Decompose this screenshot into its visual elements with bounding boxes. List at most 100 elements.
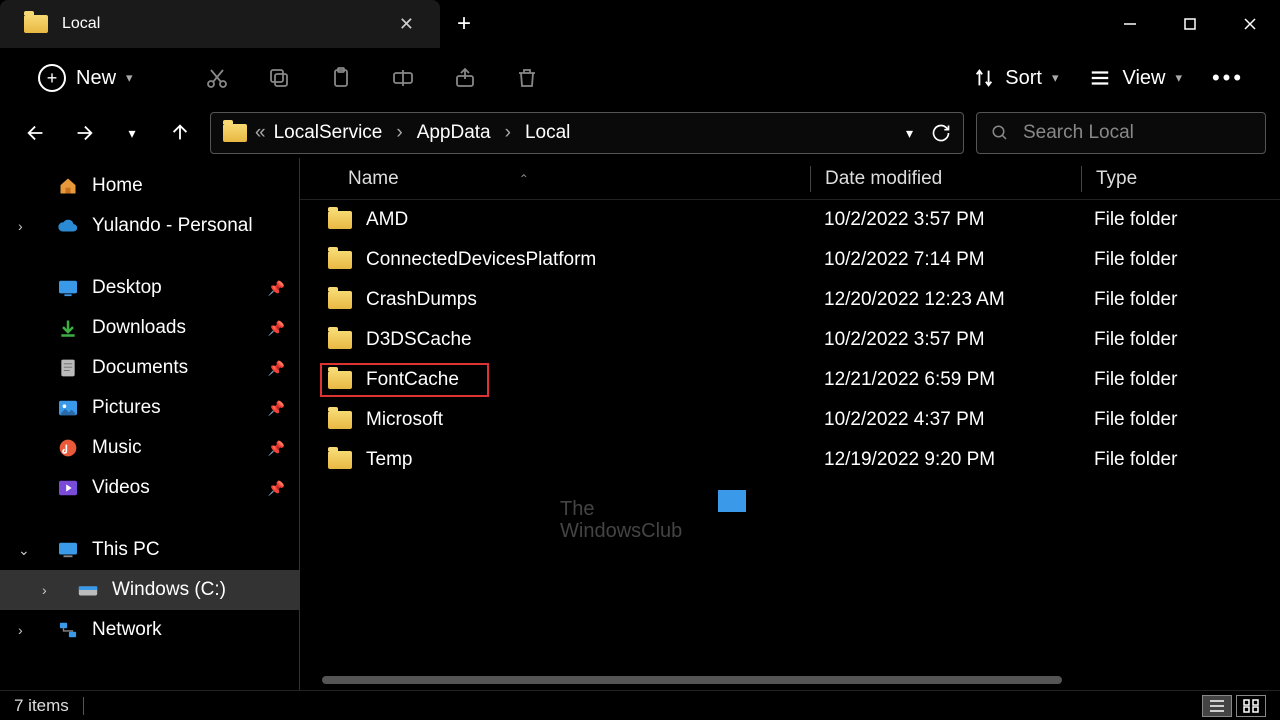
file-row[interactable]: Temp12/19/2022 9:20 PMFile folder	[300, 440, 1280, 480]
horizontal-scrollbar[interactable]	[322, 676, 1062, 684]
item-count: 7 items	[14, 696, 69, 716]
copy-button[interactable]	[251, 58, 307, 98]
sidebar-item-videos[interactable]: Videos 📌	[0, 468, 299, 508]
sidebar-item-drive-c[interactable]: › Windows (C:)	[0, 570, 299, 610]
file-row[interactable]: AMD10/2/2022 3:57 PMFile folder	[300, 200, 1280, 240]
more-button[interactable]: •••	[1200, 58, 1256, 98]
new-tab-button[interactable]: +	[440, 10, 488, 38]
file-row[interactable]: Microsoft 10/2/2022 4:37 PMFile folder	[300, 400, 1280, 440]
file-date: 10/2/2022 4:37 PM	[810, 409, 1080, 431]
sidebar-item-this-pc[interactable]: ⌄ This PC	[0, 530, 299, 570]
chevron-right-icon[interactable]: ›	[18, 622, 23, 638]
breadcrumb-item[interactable]: Local	[525, 122, 570, 144]
file-type: File folder	[1080, 249, 1280, 271]
pin-icon: 📌	[268, 400, 285, 417]
sidebar-item-documents[interactable]: Documents 📌	[0, 348, 299, 388]
chevron-down-icon: ▾	[1175, 70, 1182, 86]
recent-button[interactable]: ▾	[114, 115, 150, 151]
pin-icon: 📌	[268, 360, 285, 377]
file-row[interactable]: CrashDumps 12/20/2022 12:23 AMFile folder	[300, 280, 1280, 320]
pictures-icon	[56, 398, 80, 418]
sidebar-label: Pictures	[92, 397, 161, 419]
folder-icon	[328, 331, 352, 349]
titlebar: Local ✕ +	[0, 0, 1280, 48]
sidebar-item-music[interactable]: Music 📌	[0, 428, 299, 468]
file-type: File folder	[1080, 449, 1280, 471]
sort-ascending-icon: ⌃	[519, 172, 529, 186]
document-icon	[56, 358, 80, 378]
sidebar-item-pictures[interactable]: Pictures 📌	[0, 388, 299, 428]
cloud-icon	[56, 216, 80, 236]
tab-local[interactable]: Local ✕	[0, 0, 440, 48]
address-bar[interactable]: « LocalService › AppData › Local ▾	[210, 112, 964, 154]
sidebar-item-downloads[interactable]: Downloads 📌	[0, 308, 299, 348]
rename-button[interactable]	[375, 58, 431, 98]
sidebar-label: Desktop	[92, 277, 162, 299]
sidebar-item-personal[interactable]: › Yulando - Personal	[0, 206, 299, 246]
view-label: View	[1122, 67, 1165, 90]
header-date[interactable]: Date modified	[811, 168, 1081, 190]
search-placeholder: Search Local	[1023, 122, 1134, 144]
breadcrumb-prefix: «	[255, 122, 266, 144]
file-row[interactable]: FontCache12/21/2022 6:59 PMFile folder	[300, 360, 1280, 400]
breadcrumb-item[interactable]: LocalService	[274, 122, 383, 144]
share-button[interactable]	[437, 58, 493, 98]
details-view-button[interactable]	[1202, 695, 1232, 717]
minimize-button[interactable]	[1100, 0, 1160, 48]
toolbar: + New ▾ Sort ▾ View ▾ •••	[0, 48, 1280, 108]
header-type[interactable]: Type	[1082, 168, 1280, 190]
thumbnails-view-button[interactable]	[1236, 695, 1266, 717]
pin-icon: 📌	[268, 320, 285, 337]
file-date: 10/2/2022 7:14 PM	[810, 249, 1080, 271]
header-name[interactable]: Name ⌃	[300, 168, 810, 190]
folder-icon	[328, 251, 352, 269]
delete-button[interactable]	[499, 58, 555, 98]
chevron-right-icon: ›	[396, 122, 402, 144]
sidebar-label: Home	[92, 175, 143, 197]
home-icon	[56, 176, 80, 196]
address-row: ▾ « LocalService › AppData › Local ▾ Sea…	[0, 108, 1280, 158]
folder-icon	[328, 411, 352, 429]
view-mode-toggle	[1202, 695, 1266, 717]
sidebar-item-home[interactable]: Home	[0, 166, 299, 206]
file-name: D3DSCache	[366, 329, 472, 351]
chevron-right-icon[interactable]: ›	[42, 582, 47, 598]
drive-icon	[76, 580, 100, 600]
view-button[interactable]: View ▾	[1076, 59, 1194, 98]
sidebar-label: This PC	[92, 539, 160, 561]
file-date: 12/20/2022 12:23 AM	[810, 289, 1080, 311]
file-name: ConnectedDevicesPlatform	[366, 249, 596, 271]
close-window-button[interactable]	[1220, 0, 1280, 48]
file-name: Temp	[366, 449, 412, 471]
file-type: File folder	[1080, 409, 1280, 431]
sidebar-label: Music	[92, 437, 142, 459]
file-type: File folder	[1080, 369, 1280, 391]
search-box[interactable]: Search Local	[976, 112, 1266, 154]
paste-button[interactable]	[313, 58, 369, 98]
file-name: Microsoft	[366, 409, 443, 431]
cut-button[interactable]	[189, 58, 245, 98]
back-button[interactable]	[18, 115, 54, 151]
sidebar-item-desktop[interactable]: Desktop 📌	[0, 268, 299, 308]
refresh-button[interactable]	[931, 123, 951, 143]
file-name: FontCache	[366, 369, 459, 391]
sidebar-item-network[interactable]: › Network	[0, 610, 299, 650]
file-row[interactable]: ConnectedDevicesPlatform 10/2/2022 7:14 P…	[300, 240, 1280, 280]
chevron-down-icon[interactable]: ⌄	[18, 542, 30, 559]
chevron-right-icon[interactable]: ›	[18, 218, 23, 234]
sort-button[interactable]: Sort ▾	[961, 59, 1070, 98]
file-row[interactable]: D3DSCache10/2/2022 3:57 PMFile folder	[300, 320, 1280, 360]
file-type: File folder	[1080, 289, 1280, 311]
file-name: CrashDumps	[366, 289, 477, 311]
up-button[interactable]	[162, 115, 198, 151]
forward-button[interactable]	[66, 115, 102, 151]
close-tab-button[interactable]: ✕	[391, 10, 422, 39]
chevron-down-icon[interactable]: ▾	[906, 125, 913, 142]
breadcrumb-item[interactable]: AppData	[417, 122, 491, 144]
watermark-square-icon	[718, 490, 746, 512]
maximize-button[interactable]	[1160, 0, 1220, 48]
column-headers: Name ⌃ Date modified Type	[300, 158, 1280, 200]
new-button[interactable]: + New ▾	[24, 56, 147, 100]
sidebar-label: Yulando - Personal	[92, 215, 253, 237]
folder-icon	[328, 451, 352, 469]
